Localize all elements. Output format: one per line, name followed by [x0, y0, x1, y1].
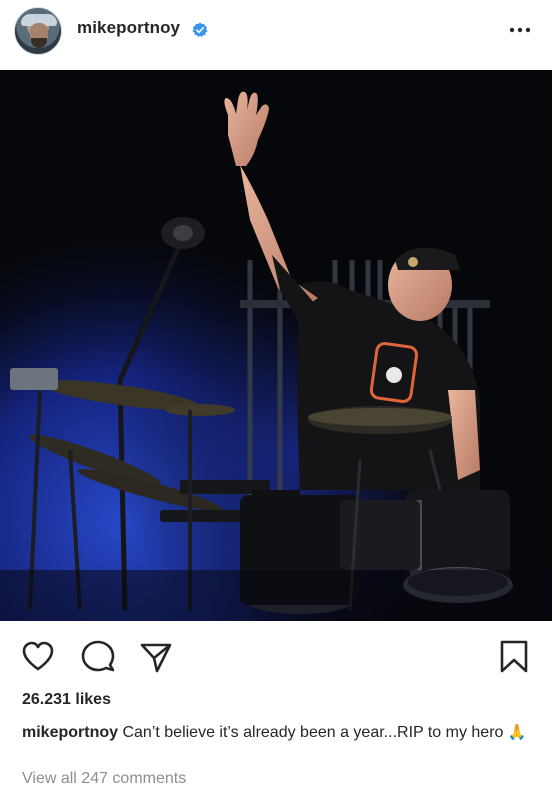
concert-drummer-photo	[0, 70, 552, 621]
heart-icon[interactable]	[20, 639, 56, 675]
post-photo[interactable]	[0, 70, 552, 621]
username[interactable]: mikeportnoy	[77, 18, 180, 38]
avatar[interactable]	[14, 7, 62, 55]
post-header: mikeportnoy	[0, 0, 552, 70]
post-caption: mikeportnoy Can’t believe it’s already b…	[22, 721, 532, 744]
more-options-icon[interactable]	[508, 22, 532, 38]
verified-badge-icon	[192, 22, 208, 37]
caption-text: Can’t believe it’s already been a year..…	[122, 724, 504, 741]
comment-icon[interactable]	[80, 639, 116, 675]
praying-hands-icon: 🙏	[507, 723, 527, 741]
view-all-comments-link[interactable]: View all 247 comments	[22, 770, 186, 788]
send-icon[interactable]	[138, 639, 174, 675]
likes-count[interactable]: 26.231 likes	[22, 691, 111, 709]
caption-username[interactable]: mikeportnoy	[22, 724, 118, 741]
action-bar	[0, 621, 552, 691]
bookmark-icon[interactable]	[496, 639, 532, 675]
